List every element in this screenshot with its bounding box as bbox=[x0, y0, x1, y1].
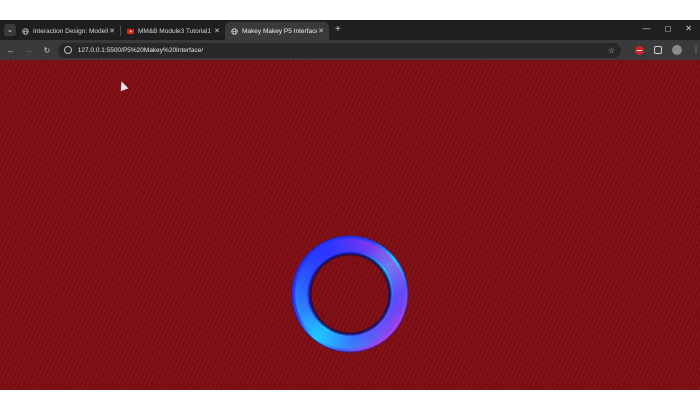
extensions-area: ⋮ bbox=[634, 45, 700, 55]
tab-title: MM&B Module3 Tutorial1 - You bbox=[138, 27, 213, 35]
tab-title: Interaction Design: Modelling bbox=[33, 27, 108, 35]
window-controls: — ◻ ✕ bbox=[643, 24, 692, 34]
minimize-icon[interactable]: — bbox=[643, 24, 651, 34]
page-bottom-margin bbox=[0, 390, 700, 415]
close-icon[interactable]: ✕ bbox=[108, 27, 116, 35]
youtube-icon bbox=[127, 28, 134, 35]
extensions-puzzle-icon[interactable] bbox=[653, 46, 662, 54]
tab-interaction-design[interactable]: Interaction Design: Modelling ✕ bbox=[16, 22, 120, 40]
forward-button[interactable]: → bbox=[22, 43, 36, 57]
blocker-extension-icon[interactable] bbox=[634, 45, 644, 55]
site-info-icon[interactable] bbox=[63, 46, 72, 54]
browser-window: ⌄ Interaction Design: Modelling ✕ MM&B M… bbox=[0, 20, 700, 390]
back-button[interactable]: ← bbox=[4, 43, 18, 57]
p5-canvas[interactable] bbox=[0, 60, 700, 390]
bookmark-star-icon[interactable]: ☆ bbox=[608, 46, 615, 55]
tab-strip: ⌄ Interaction Design: Modelling ✕ MM&B M… bbox=[0, 20, 700, 40]
maximize-icon[interactable]: ◻ bbox=[665, 24, 672, 34]
tab-makey-makey[interactable]: Makey Makey P5 Interface ✕ bbox=[225, 22, 329, 40]
mouse-cursor-icon bbox=[117, 79, 129, 92]
new-tab-button[interactable]: + bbox=[335, 25, 341, 35]
menu-kebab-icon[interactable]: ⋮ bbox=[692, 46, 700, 54]
tab-title: Makey Makey P5 Interface bbox=[242, 27, 317, 35]
reload-button[interactable]: ↻ bbox=[40, 43, 54, 57]
close-window-icon[interactable]: ✕ bbox=[685, 24, 692, 34]
close-icon[interactable]: ✕ bbox=[213, 27, 221, 35]
address-bar[interactable]: 127.0.0.1:5500/P5%20Makey%20Interface/ ☆ bbox=[57, 42, 621, 58]
profile-avatar[interactable] bbox=[671, 45, 682, 55]
tab-search-button[interactable]: ⌄ bbox=[4, 24, 16, 36]
chevron-down-icon: ⌄ bbox=[6, 25, 14, 34]
globe-icon bbox=[231, 27, 238, 35]
url-text[interactable]: 127.0.0.1:5500/P5%20Makey%20Interface/ bbox=[78, 47, 608, 54]
torus-ring bbox=[291, 235, 409, 353]
browser-toolbar: ← → ↻ 127.0.0.1:5500/P5%20Makey%20Interf… bbox=[0, 40, 700, 60]
tab-youtube-tutorial[interactable]: MM&B Module3 Tutorial1 - You ✕ bbox=[121, 22, 225, 40]
globe-icon bbox=[22, 27, 29, 35]
close-icon[interactable]: ✕ bbox=[317, 27, 325, 35]
